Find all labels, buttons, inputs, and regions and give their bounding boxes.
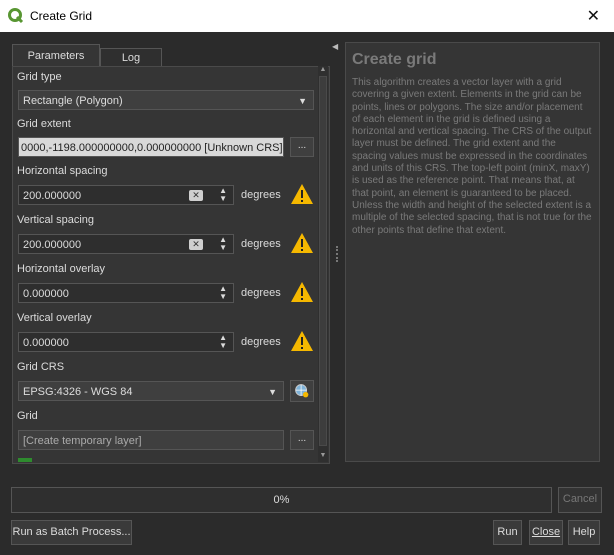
vspacing-unit: degrees	[241, 238, 281, 250]
output-options-button[interactable]: ...	[290, 430, 314, 450]
collapse-arrow-icon[interactable]: ◀	[332, 42, 338, 51]
hspacing-value: 200.000000	[23, 190, 82, 202]
title-bar: Create Grid ✕	[0, 0, 614, 32]
tab-parameters[interactable]: Parameters	[12, 44, 100, 67]
crs-selector-button[interactable]	[290, 380, 314, 402]
voverlay-value: 0.000000	[23, 337, 69, 349]
scroll-up-icon[interactable]: ▲	[318, 66, 328, 76]
grid-extent-input[interactable]: 0000,-1198.000000000,0.000000000 [Unknow…	[18, 137, 284, 157]
grid-output-input[interactable]: [Create temporary layer]	[18, 430, 284, 450]
voverlay-label: Vertical overlay	[17, 312, 92, 324]
run-button[interactable]: Run	[493, 520, 522, 545]
clear-icon[interactable]: ✕	[189, 239, 203, 250]
voverlay-input[interactable]: 0.000000 ▲ ▼	[18, 332, 234, 352]
hspacing-label: Horizontal spacing	[17, 165, 108, 177]
hspacing-input[interactable]: 200.000000 ✕ ▲ ▼	[18, 185, 234, 205]
grid-crs-value: EPSG:4326 - WGS 84	[23, 386, 133, 398]
clear-icon[interactable]: ✕	[189, 190, 203, 201]
tab-log[interactable]: Log	[100, 48, 162, 67]
grid-type-label: Grid type	[17, 71, 62, 83]
close-button[interactable]: Close	[529, 520, 563, 545]
warning-icon	[291, 282, 313, 302]
vspacing-label: Vertical spacing	[17, 214, 95, 226]
help-panel: Create grid This algorithm creates a vec…	[345, 42, 600, 462]
batch-process-button[interactable]: Run as Batch Process...	[11, 520, 132, 545]
grid-output-label: Grid	[17, 410, 38, 422]
spinner-icon[interactable]: ▲ ▼	[219, 334, 227, 350]
voverlay-unit: degrees	[241, 336, 281, 348]
scroll-thumb[interactable]	[319, 76, 327, 446]
chevron-down-icon: ▼	[298, 96, 307, 106]
splitter-handle[interactable]	[336, 246, 340, 262]
spinner-icon[interactable]: ▲ ▼	[219, 236, 227, 252]
scroll-down-icon[interactable]: ▼	[318, 452, 328, 462]
extent-options-button[interactable]: ...	[290, 137, 314, 157]
hoverlay-label: Horizontal overlay	[17, 263, 106, 275]
warning-icon	[291, 331, 313, 351]
window-title: Create Grid	[30, 9, 93, 23]
progress-bar: 0%	[11, 487, 552, 513]
grid-extent-label: Grid extent	[17, 118, 71, 130]
warning-icon	[291, 233, 313, 253]
status-indicator	[18, 458, 32, 462]
parameters-panel: Grid type Rectangle (Polygon) ▼ Grid ext…	[12, 66, 330, 464]
help-title: Create grid	[352, 51, 437, 68]
hoverlay-input[interactable]: 0.000000 ▲ ▼	[18, 283, 234, 303]
chevron-down-icon: ▼	[268, 387, 277, 397]
vspacing-value: 200.000000	[23, 239, 82, 251]
qgis-logo-icon	[8, 8, 24, 24]
grid-crs-label: Grid CRS	[17, 361, 65, 373]
globe-icon	[295, 384, 309, 398]
warning-icon	[291, 184, 313, 204]
spinner-icon[interactable]: ▲ ▼	[219, 285, 227, 301]
help-button[interactable]: Help	[568, 520, 600, 545]
grid-type-combo[interactable]: Rectangle (Polygon) ▼	[18, 90, 314, 110]
grid-crs-combo[interactable]: EPSG:4326 - WGS 84 ▼	[18, 381, 284, 401]
help-text: This algorithm creates a vector layer wi…	[352, 77, 592, 236]
grid-type-value: Rectangle (Polygon)	[23, 95, 123, 107]
hspacing-unit: degrees	[241, 189, 281, 201]
hoverlay-value: 0.000000	[23, 288, 69, 300]
close-icon[interactable]: ✕	[587, 6, 600, 26]
parameters-scrollbar[interactable]: ▲ ▼	[318, 66, 328, 462]
vspacing-input[interactable]: 200.000000 ✕ ▲ ▼	[18, 234, 234, 254]
hoverlay-unit: degrees	[241, 287, 281, 299]
spinner-icon[interactable]: ▲ ▼	[219, 187, 227, 203]
cancel-button[interactable]: Cancel	[558, 487, 602, 513]
